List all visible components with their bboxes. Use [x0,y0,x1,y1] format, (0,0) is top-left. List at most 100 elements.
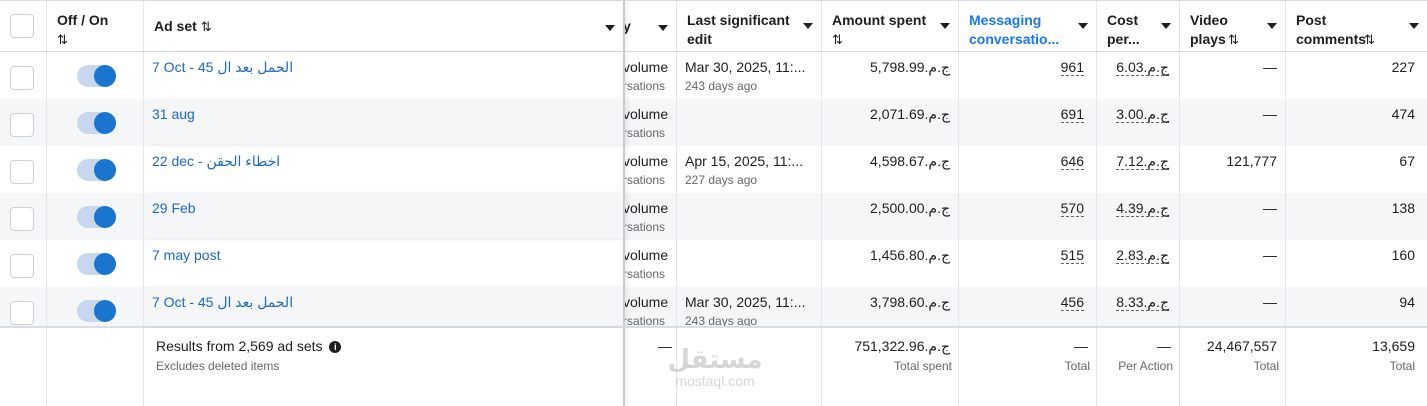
chevron-down-icon[interactable] [940,23,950,29]
sort-icon[interactable]: ⇅ [1228,30,1239,49]
chevron-down-icon[interactable] [1161,23,1171,29]
ad-set-name-link[interactable]: 31 aug [152,106,195,122]
messaging-conversations-value[interactable]: 456 [1060,294,1084,311]
messaging-conversations-value[interactable]: 691 [1060,106,1084,123]
delivery-value: volume [625,294,669,310]
column-cost-per[interactable]: Cost per... [1097,1,1180,51]
table-row[interactable]: 22 dec - اخطاء الحقن volume rsations Apr 15… [0,146,1427,193]
messaging-conversations-value[interactable]: 515 [1060,247,1084,264]
row-edit-cell [677,99,822,146]
column-video-plays[interactable]: Video plays ⇅ [1180,1,1286,51]
delivery-value: volume [625,106,669,122]
messaging-conversations-value[interactable]: 646 [1060,153,1084,170]
table-row[interactable]: 7 Oct - 45 الحمل بعد ال volume rsations Mar… [0,52,1427,99]
post-comments-value: 138 [1391,200,1415,216]
column-messaging-conversations[interactable]: Messaging conversatio... [959,1,1097,51]
ad-set-name-link[interactable]: 7 may post [152,247,220,263]
status-toggle[interactable] [77,159,116,181]
column-cost-per-label: Cost per... [1107,12,1140,47]
select-all-checkbox[interactable] [10,14,34,38]
chevron-down-icon[interactable] [1267,23,1277,29]
row-toggle-cell [47,240,144,287]
comments-total: 13,659 [1372,338,1415,354]
table-row[interactable]: 7 may post volume rsations ج.م.1,456.80 515 ج… [0,240,1427,287]
column-off-on[interactable]: Off / On ⇅ [47,1,144,51]
amount-total-label: Total spent [893,359,952,373]
status-toggle[interactable] [77,300,116,322]
cost-per-value[interactable]: ج.م.2.83 [1116,247,1169,264]
row-delivery-cell: volume rsations [625,52,677,99]
row-msg-cell: 570 [959,193,1097,240]
column-delivery[interactable]: y [625,1,677,51]
cost-per-value[interactable]: ج.م.3.00 [1116,106,1169,123]
row-checkbox[interactable] [10,254,34,278]
column-amount-spent[interactable]: Amount spent ⇅ [822,1,959,51]
chevron-down-icon[interactable] [803,23,813,29]
video-plays-value: — [1263,106,1277,122]
watermark-logo: مستقل [667,344,763,374]
row-video-cell: — [1180,99,1286,146]
row-amount-cell: ج.م.2,071.69 [822,99,959,146]
amount-spent-value: ج.م.2,500.00 [870,200,950,216]
status-toggle[interactable] [77,206,116,228]
amount-spent-value: ج.م.2,071.69 [870,106,950,122]
last-edit-ago: 227 days ago [685,173,758,187]
chevron-down-icon[interactable] [658,25,668,31]
delivery-subtext: rsations [625,126,666,140]
row-video-cell: 121,777 [1180,146,1286,193]
amount-spent-value: ج.م.1,456.80 [870,247,950,263]
column-off-on-label: Off / On [57,12,109,28]
results-summary: Results from 2,569 ad sets i [156,338,342,354]
info-icon[interactable]: i [329,341,342,353]
comments-total-label: Total [1389,359,1415,373]
row-check-cell [0,99,47,146]
chevron-down-icon[interactable] [605,25,615,31]
row-checkbox[interactable] [10,66,34,90]
table-row[interactable]: 31 aug volume rsations ج.م.2,071.69 691 ج.م.3… [0,99,1427,146]
video-total-label: Total [1253,359,1279,373]
video-plays-value: — [1263,247,1277,263]
video-plays-value: — [1263,294,1277,310]
row-edit-cell [677,240,822,287]
sort-icon[interactable]: ⇅ [57,32,68,47]
row-adset-cell: 22 dec - اخطاء الحقن [144,146,625,193]
column-last-edit[interactable]: Last significant edit [677,1,822,51]
video-total: 24,467,557 [1206,338,1277,354]
cost-per-value[interactable]: ج.م.4.39 [1116,200,1169,217]
cost-per-value[interactable]: ج.م.8.33 [1116,294,1169,311]
cost-per-value[interactable]: ج.م.7.12 [1116,153,1169,170]
row-delivery-cell: volume rsations [625,193,677,240]
row-checkbox[interactable] [10,207,34,231]
status-toggle[interactable] [77,253,116,275]
ad-set-name-link[interactable]: 7 Oct - 45 الحمل بعد ال [152,294,293,311]
sort-icon[interactable]: ⇅ [832,32,843,47]
row-checkbox[interactable] [10,301,34,325]
delivery-subtext: rsations [625,220,666,234]
ad-set-name-link[interactable]: 22 dec - اخطاء الحقن [152,153,280,170]
column-ad-set[interactable]: Ad set ⇅ [144,1,625,51]
ad-set-name-link[interactable]: 7 Oct - 45 الحمل بعد ال [152,59,293,76]
delivery-value: volume [625,59,669,75]
row-checkbox[interactable] [10,160,34,184]
messaging-conversations-value[interactable]: 961 [1060,59,1084,76]
status-toggle[interactable] [77,65,116,87]
chevron-down-icon[interactable] [1409,23,1419,29]
row-checkbox[interactable] [10,113,34,137]
sort-icon[interactable]: ⇅ [201,19,212,34]
column-delivery-label: y [625,18,631,34]
row-adset-cell: 31 aug [144,99,625,146]
chevron-down-icon[interactable] [1078,23,1088,29]
toggle-knob [94,159,116,181]
row-adset-cell: 7 Oct - 45 الحمل بعد ال [144,52,625,99]
table-row[interactable]: 29 Feb volume rsations ج.م.2,500.00 570 ج.م.4… [0,193,1427,240]
messaging-conversations-value[interactable]: 570 [1060,200,1084,217]
row-msg-cell: 515 [959,240,1097,287]
row-cost-cell: ج.م.3.00 [1097,99,1180,146]
cost-per-value[interactable]: ج.م.6.03 [1116,59,1169,76]
column-post-comments[interactable]: Post comments ⇅ [1286,1,1427,51]
status-toggle[interactable] [77,112,116,134]
sort-icon[interactable]: ⇅ [1364,30,1375,49]
row-video-cell: — [1180,193,1286,240]
ad-set-name-link[interactable]: 29 Feb [152,200,196,216]
ad-sets-table: Off / On ⇅ Ad set ⇅ y Last significant e… [0,0,1427,406]
